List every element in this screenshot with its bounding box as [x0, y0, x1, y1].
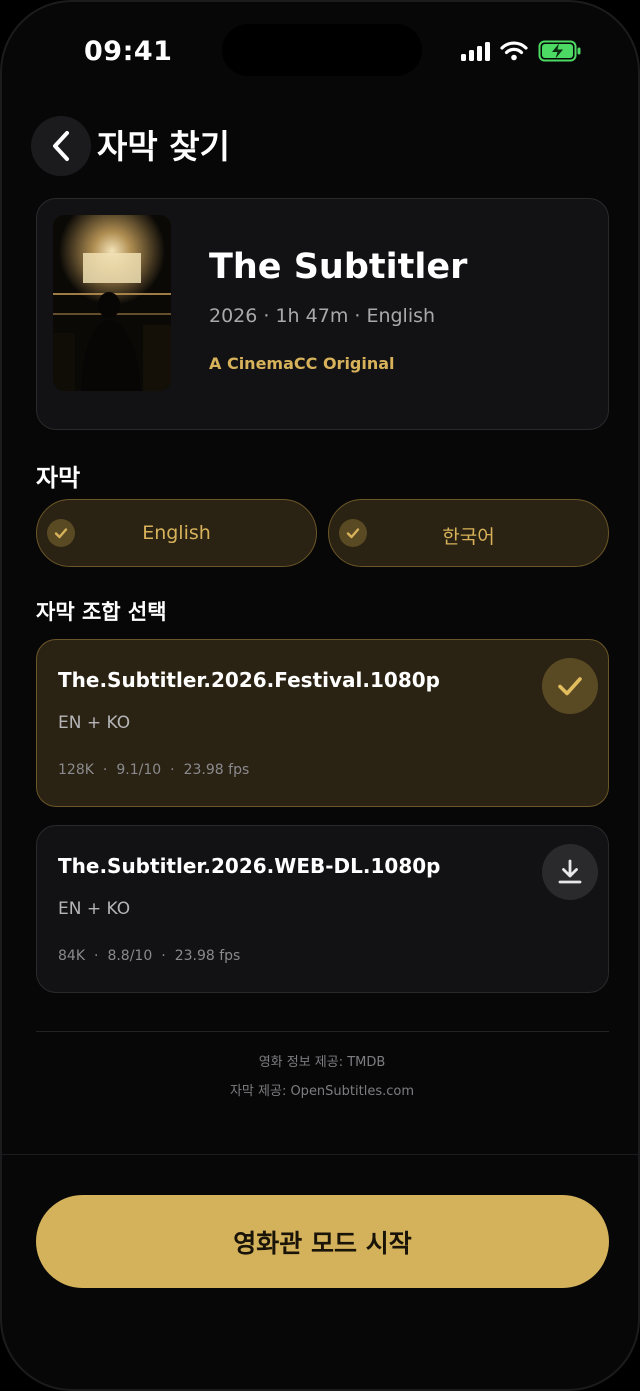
wifi-icon: [500, 41, 528, 61]
download-button[interactable]: [542, 844, 598, 900]
bottom-divider: [2, 1154, 638, 1155]
language-label: English: [142, 522, 211, 544]
subtitle-fps: 23.98 fps: [174, 948, 241, 964]
subtitle-downloads: 128K: [58, 762, 94, 778]
check-icon: [558, 677, 582, 696]
subtitle-rating: 9.1/10: [116, 762, 162, 778]
download-icon: [558, 859, 582, 884]
movie-info-card: The Subtitler 2026 · 1h 47m · English A …: [36, 198, 609, 430]
language-label: 한국어: [442, 526, 495, 548]
movie-meta: 2026 · 1h 47m · English: [209, 305, 436, 327]
phone-screen: 09:41 자막 찾기 The Subtitler 2026 · 1h 47m …: [0, 0, 640, 1391]
language-toggle-english[interactable]: English: [36, 499, 317, 567]
subtitle-name: The.Subtitler.2026.WEB-DL.1080p: [58, 854, 441, 878]
status-icons: [461, 40, 582, 62]
subtitle-languages: EN + KO: [58, 713, 131, 733]
movie-origin-badge: A CinemaCC Original: [209, 354, 395, 373]
credit-subtitles: 자막 제공: OpenSubtitles.com: [229, 1084, 415, 1099]
subtitle-fps: 23.98 fps: [183, 762, 250, 778]
subtitle-stats: 128K · 9.1/10 · 23.98 fps: [58, 762, 250, 778]
credit-movie-info: 영화 정보 제공: TMDB: [258, 1055, 386, 1070]
chevron-left-icon: [53, 131, 69, 161]
subtitle-option-webdl[interactable]: The.Subtitler.2026.WEB-DL.1080p EN + KO …: [36, 825, 609, 993]
selected-check-button[interactable]: [542, 658, 598, 714]
subtitle-languages: EN + KO: [58, 899, 131, 919]
dynamic-island: [222, 24, 422, 76]
battery-charging-icon: [538, 40, 581, 62]
subtitle-rating: 8.8/10: [107, 948, 153, 964]
movie-title: The Subtitler: [209, 247, 468, 287]
divider: [36, 1031, 609, 1032]
subtitles-section-title: 자막: [36, 464, 81, 492]
page-title: 자막 찾기: [97, 127, 230, 166]
subtitle-option-festival[interactable]: The.Subtitler.2026.Festival.1080p EN + K…: [36, 639, 609, 807]
status-time: 09:41: [84, 36, 173, 67]
combo-section-title: 자막 조합 선택: [36, 600, 167, 624]
start-cinema-mode-button[interactable]: 영화관 모드 시작: [36, 1195, 609, 1288]
subtitle-stats: 84K · 8.8/10 · 23.98 fps: [58, 948, 241, 964]
subtitle-downloads: 84K: [58, 948, 85, 964]
cellular-signal-icon: [461, 41, 490, 61]
movie-poster: [53, 215, 171, 391]
back-button[interactable]: [31, 116, 91, 176]
subtitle-name: The.Subtitler.2026.Festival.1080p: [58, 668, 440, 692]
language-toggle-korean[interactable]: 한국어: [328, 499, 609, 567]
